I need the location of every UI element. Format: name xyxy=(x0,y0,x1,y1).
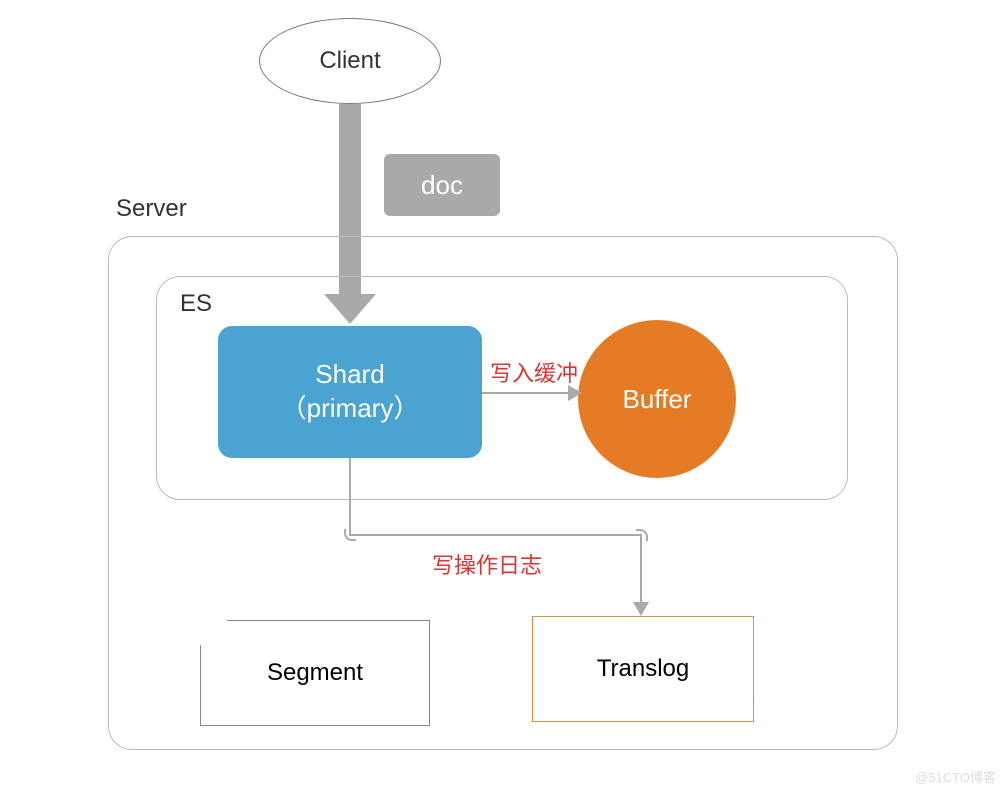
write-log-label: 写操作日志 xyxy=(432,548,542,580)
buffer-node: Buffer xyxy=(578,320,736,478)
write-buffer-label: 写入缓冲 xyxy=(490,356,578,388)
translog-node: Translog xyxy=(532,616,754,722)
arrow-shard-to-buffer xyxy=(482,392,568,394)
arrow-shard-to-translog-v2 xyxy=(640,534,642,602)
arrow-shard-to-translog-h xyxy=(349,534,640,536)
page-fold-icon xyxy=(731,699,753,721)
client-node: Client xyxy=(259,18,441,104)
client-label: Client xyxy=(319,47,380,75)
arrow-shard-to-translog-v1 xyxy=(349,458,351,536)
translog-label: Translog xyxy=(597,655,689,683)
shard-label-1: Shard xyxy=(315,358,384,392)
doc-label: doc xyxy=(421,170,463,201)
segment-node: Segment xyxy=(200,620,430,726)
shard-label-2: （primary） xyxy=(281,392,420,426)
doc-node: doc xyxy=(384,154,500,216)
segment-label: Segment xyxy=(267,659,363,687)
server-label: Server xyxy=(116,195,187,223)
watermark: @51CTO博客 xyxy=(915,767,996,786)
shard-node: Shard （primary） xyxy=(218,326,482,458)
buffer-label: Buffer xyxy=(623,384,692,415)
